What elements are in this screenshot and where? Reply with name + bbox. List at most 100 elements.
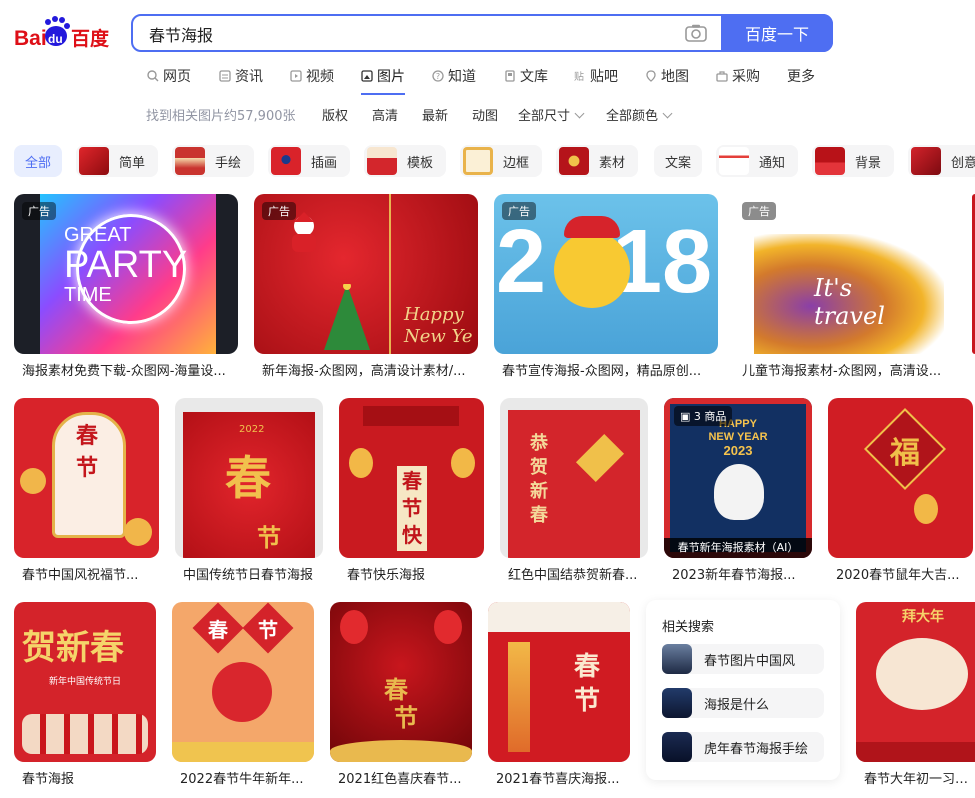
result-caption[interactable]: 春节中国风祝福节...	[22, 564, 152, 583]
result-thumbnail[interactable]: 春 节 快	[339, 398, 484, 558]
tag-creative[interactable]: 创意	[908, 145, 975, 177]
image-result[interactable]: 福 2020春节鼠年大吉...	[828, 398, 973, 583]
tag-template[interactable]: 模板	[364, 145, 446, 177]
image-result[interactable]: 2 18 广告 春节宣传海报-众图网，精品原创...	[494, 194, 718, 379]
image-result[interactable]: 拜大年 春节大年初一习俗...	[856, 602, 975, 787]
related-thumbnail	[662, 644, 692, 674]
baidu-logo[interactable]: Bai du 百度	[14, 16, 116, 50]
search-input[interactable]	[147, 16, 671, 52]
tag-copywriting[interactable]: 文案	[654, 145, 702, 177]
result-thumbnail[interactable]: 2022 春 节	[175, 398, 323, 558]
image-result[interactable]: 2022 春 节 中国传统节日春节海报	[175, 398, 323, 583]
tag-label: 通知	[759, 155, 786, 171]
poster-text: 快	[402, 523, 422, 547]
result-thumbnail[interactable]: HAPPY NEW YEAR 2023 ▣ 3 商品 春节新年海报素材（AI）	[664, 398, 812, 558]
nav-web[interactable]: 网页	[147, 66, 191, 86]
result-thumbnail[interactable]: 春 节	[330, 602, 472, 762]
result-thumbnail[interactable]: 春 节	[14, 398, 159, 558]
nav-news[interactable]: 资讯	[219, 66, 263, 86]
search-icon	[147, 70, 159, 82]
size-dropdown[interactable]: 全部尺寸	[518, 105, 585, 124]
tag-all[interactable]: 全部	[14, 145, 62, 177]
related-search-item[interactable]: 春节图片中国风	[662, 644, 824, 674]
result-thumbnail[interactable]: 福	[828, 398, 973, 558]
video-icon	[290, 70, 302, 82]
result-thumbnail[interactable]: 春 节	[172, 602, 314, 762]
related-search-item[interactable]: 海报是什么	[662, 688, 824, 718]
result-thumbnail[interactable]: Happy New Ye 广告	[254, 194, 478, 354]
result-caption[interactable]: 春节海报	[22, 768, 152, 787]
image-result[interactable]: 春 节 快 春节快乐海报	[339, 398, 484, 583]
nav-image[interactable]: 图片	[361, 66, 405, 86]
result-caption[interactable]: 中国传统节日春节海报	[183, 564, 323, 583]
image-result[interactable]: GREAT PARTY TIME 广告 海报素材免费下载-众图网-海量设...	[14, 194, 238, 379]
tag-background[interactable]: 背景	[812, 145, 894, 177]
nav-video[interactable]: 视频	[290, 66, 334, 86]
product-badge[interactable]: ▣ 3 商品	[674, 406, 733, 426]
tag-handdrawn[interactable]: 手绘	[172, 145, 254, 177]
result-thumbnail[interactable]: 恭 贺 新 春	[500, 398, 648, 558]
nav-tieba[interactable]: 贴贴吧	[574, 66, 618, 86]
nav-purchase[interactable]: 采购	[716, 66, 760, 86]
image-result[interactable]: Happy New Ye 广告 新年海报-众图网，高清设计素材/...	[254, 194, 478, 379]
result-thumbnail[interactable]: GREAT PARTY TIME 广告	[14, 194, 238, 354]
active-tab-indicator	[361, 93, 405, 95]
size-dropdown-label: 全部尺寸	[518, 109, 571, 124]
result-caption[interactable]: 海报素材免费下载-众图网-海量设...	[22, 360, 232, 379]
tag-notice[interactable]: 通知	[716, 145, 798, 177]
result-thumbnail[interactable]: 春 节	[488, 602, 630, 762]
christmas-tree-icon	[324, 284, 370, 350]
image-result[interactable]: It's travel 广告 儿童节海报素材-众图网，高清设...	[734, 194, 958, 379]
result-caption[interactable]: 2020春节鼠年大吉...	[836, 564, 968, 583]
result-thumbnail[interactable]: 拜大年	[856, 602, 975, 762]
result-caption[interactable]: 春节宣传海报-众图网，精品原创...	[502, 360, 712, 379]
tag-label: 边框	[503, 155, 530, 171]
filter-copyright[interactable]: 版权	[322, 105, 348, 124]
nav-wenku[interactable]: 文库	[504, 66, 548, 86]
tag-label: 模板	[407, 155, 434, 171]
result-caption[interactable]: 春节大年初一习俗...	[864, 768, 975, 787]
result-thumbnail[interactable]: It's travel 广告	[734, 194, 958, 354]
filter-hd[interactable]: 高清	[372, 105, 398, 124]
related-thumbnail	[662, 732, 692, 762]
filter-animated[interactable]: 动图	[472, 105, 498, 124]
result-caption[interactable]: 红色中国结恭贺新春...	[508, 564, 648, 583]
tag-thumbnail	[719, 147, 749, 175]
result-caption[interactable]: 2021春节喜庆海报...	[496, 768, 626, 787]
result-caption[interactable]: 2023新年春节海报...	[672, 564, 812, 583]
tag-material[interactable]: 素材	[556, 145, 638, 177]
result-count: 找到相关图片约57,900张	[146, 109, 296, 124]
tieba-icon: 贴	[574, 70, 586, 83]
tag-border[interactable]: 边框	[460, 145, 542, 177]
nav-map[interactable]: 地图	[645, 66, 689, 86]
nav-zhidao[interactable]: ? 知道	[432, 66, 476, 86]
result-thumbnail[interactable]: 贺新春 新年中国传统节日	[14, 602, 156, 762]
camera-icon[interactable]	[685, 24, 707, 42]
image-result[interactable]: 恭 贺 新 春 红色中国结恭贺新春...	[500, 398, 648, 583]
result-caption[interactable]: 儿童节海报素材-众图网，高清设...	[742, 360, 952, 379]
result-caption[interactable]: 新年海报-众图网，高清设计素材/...	[262, 360, 472, 379]
poster-text: 春	[530, 505, 548, 526]
result-thumbnail[interactable]: 2 18 广告	[494, 194, 718, 354]
image-result[interactable]: 春 节 2021红色喜庆春节...	[330, 602, 472, 787]
poster-text: 新	[530, 481, 548, 502]
related-search-item[interactable]: 虎年春节海报手绘	[662, 732, 824, 762]
image-result[interactable]: 春 节 2022春节牛年新年...	[172, 602, 314, 787]
search-button[interactable]: 百度一下	[721, 14, 833, 52]
image-result[interactable]: 春 节 2021春节喜庆海报...	[488, 602, 630, 787]
nav-more[interactable]: 更多	[787, 66, 815, 86]
result-caption[interactable]: 2021红色喜庆春节...	[338, 768, 468, 787]
filter-latest[interactable]: 最新	[422, 105, 448, 124]
tag-label: 创意	[951, 155, 975, 171]
color-dropdown[interactable]: 全部颜色	[606, 105, 673, 124]
tag-illustration[interactable]: 插画	[268, 145, 350, 177]
image-result[interactable]: 贺新春 新年中国传统节日 春节海报	[14, 602, 156, 787]
image-result[interactable]: 春 节 春节中国风祝福节...	[14, 398, 159, 583]
poster-text: travel	[814, 302, 885, 330]
result-caption[interactable]: 2022春节牛年新年...	[180, 768, 310, 787]
poster-text: 2	[496, 212, 547, 312]
result-caption[interactable]: 春节快乐海报	[347, 564, 477, 583]
tag-simple[interactable]: 简单	[76, 145, 158, 177]
image-result[interactable]: HAPPY NEW YEAR 2023 ▣ 3 商品 春节新年海报素材（AI） …	[664, 398, 812, 583]
related-searches-card: 相关搜索 春节图片中国风 海报是什么 虎年春节海报手绘	[646, 600, 840, 780]
